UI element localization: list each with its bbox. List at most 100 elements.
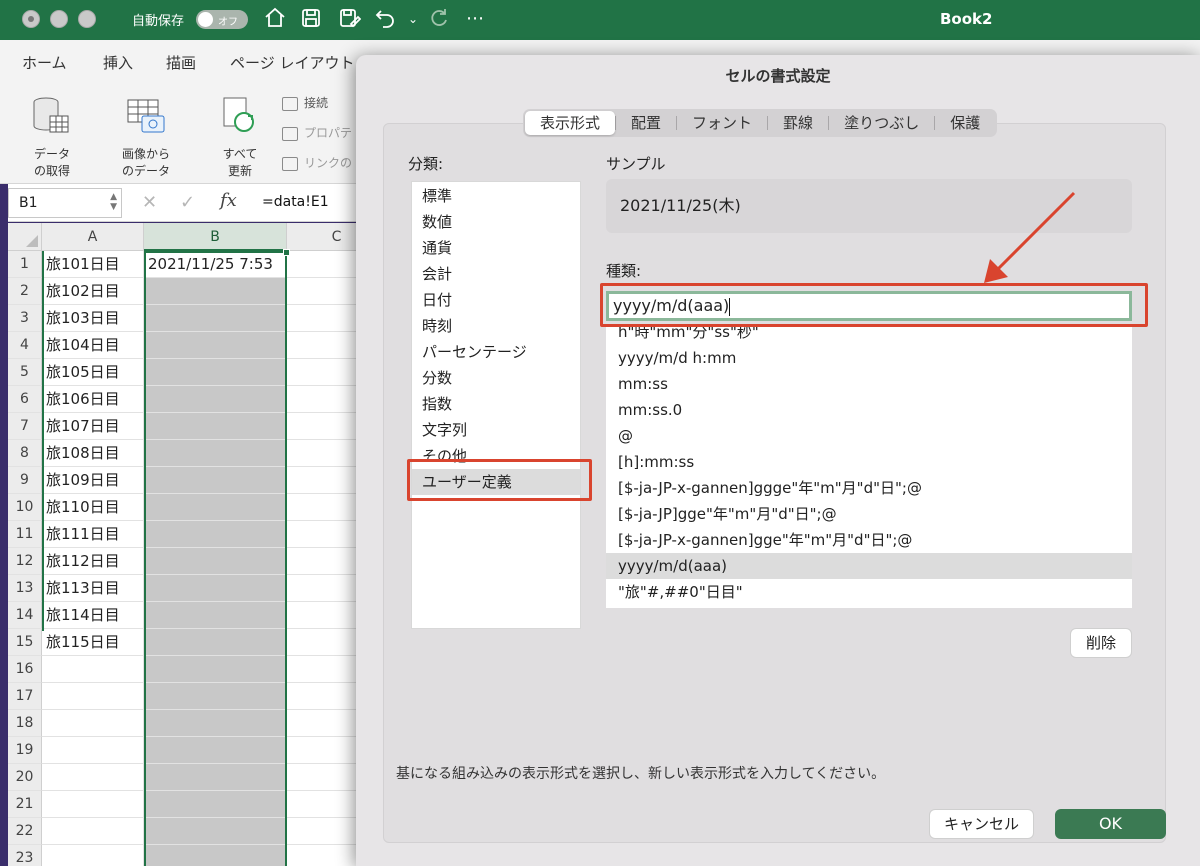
ribbon-tab-page-layout[interactable]: ページ レイアウト	[230, 52, 354, 73]
edit-links-button[interactable]: リンクの	[282, 154, 352, 171]
save-icon[interactable]	[298, 6, 324, 32]
cell-a[interactable]: 旅104日目	[42, 332, 144, 359]
cell-a[interactable]	[42, 737, 144, 764]
column-header-a[interactable]: A	[42, 223, 144, 251]
ribbon-tab-insert[interactable]: 挿入	[103, 52, 133, 73]
category-list[interactable]: 標準 数値 通貨 会計 日付 時刻 パーセンテージ 分数 指数 文字列 その他 ユーザー定義	[411, 181, 581, 629]
tab-fill[interactable]: 塗りつぶし	[829, 111, 934, 135]
format-list-item[interactable]: mm:ss.0	[606, 397, 1132, 423]
category-item[interactable]: 数値	[412, 209, 580, 235]
row-header[interactable]: 19	[8, 737, 42, 764]
cell-a[interactable]: 旅113日目	[42, 575, 144, 602]
row-header[interactable]: 5	[8, 359, 42, 386]
cell-a[interactable]: 旅110日目	[42, 494, 144, 521]
minimize-window-button[interactable]	[50, 10, 68, 28]
cell-a[interactable]: 旅102日目	[42, 278, 144, 305]
tab-protection[interactable]: 保護	[935, 111, 995, 135]
undo-icon[interactable]	[372, 6, 398, 32]
format-list-item[interactable]: [$-ja-JP-x-gannen]gge"年"m"月"d"日";@	[606, 527, 1132, 553]
category-item[interactable]: 日付	[412, 287, 580, 313]
category-item[interactable]: 標準	[412, 183, 580, 209]
category-item[interactable]: 分数	[412, 365, 580, 391]
home-icon[interactable]	[262, 6, 288, 32]
row-header[interactable]: 13	[8, 575, 42, 602]
cell-a[interactable]	[42, 791, 144, 818]
undo-dropdown-chevron-icon[interactable]: ⌄	[400, 6, 426, 32]
tab-alignment[interactable]: 配置	[616, 111, 676, 135]
confirm-entry-icon[interactable]: ✓	[180, 192, 195, 213]
cell-a[interactable]	[42, 845, 144, 866]
data-from-picture-button[interactable]: 画像から のデータ	[110, 94, 182, 179]
refresh-all-button[interactable]: すべて 更新	[210, 94, 270, 179]
cell-a[interactable]	[42, 656, 144, 683]
cell-a[interactable]: 旅106日目	[42, 386, 144, 413]
format-list-item[interactable]: yyyy/m/d h:mm	[606, 345, 1132, 371]
connections-button[interactable]: 接続	[282, 94, 328, 111]
ribbon-tab-home[interactable]: ホーム	[22, 52, 67, 73]
category-item[interactable]: 時刻	[412, 313, 580, 339]
select-all-corner[interactable]	[8, 223, 42, 251]
cell-a[interactable]	[42, 818, 144, 845]
row-header[interactable]: 8	[8, 440, 42, 467]
tab-border[interactable]: 罫線	[768, 111, 828, 135]
formula-input[interactable]: =data!E1	[262, 194, 329, 210]
category-item[interactable]: 会計	[412, 261, 580, 287]
cell-a[interactable]	[42, 710, 144, 737]
row-header[interactable]: 3	[8, 305, 42, 332]
row-header[interactable]: 2	[8, 278, 42, 305]
insert-function-icon[interactable]: fx	[220, 190, 237, 211]
row-header[interactable]: 14	[8, 602, 42, 629]
autosave-toggle[interactable]: オフ	[196, 10, 248, 29]
row-header[interactable]: 21	[8, 791, 42, 818]
row-header[interactable]: 9	[8, 467, 42, 494]
cell-a[interactable]: 旅101日目	[42, 251, 144, 278]
row-header[interactable]: 12	[8, 548, 42, 575]
row-header[interactable]: 11	[8, 521, 42, 548]
ok-button[interactable]: OK	[1055, 809, 1166, 839]
row-header[interactable]: 6	[8, 386, 42, 413]
format-list[interactable]: h"時"mm"分"ss"秒" yyyy/m/d h:mm mm:ss mm:ss.0 @…	[606, 327, 1132, 608]
cancel-button[interactable]: キャンセル	[929, 809, 1034, 839]
cell-a[interactable]: 旅112日目	[42, 548, 144, 575]
row-header[interactable]: 22	[8, 818, 42, 845]
row-header[interactable]: 10	[8, 494, 42, 521]
ribbon-tab-draw[interactable]: 描画	[166, 52, 196, 73]
delete-button[interactable]: 削除	[1070, 628, 1132, 658]
more-icon[interactable]: ⋯	[462, 6, 488, 32]
redo-icon[interactable]	[426, 6, 452, 32]
cell-a[interactable]: 旅108日目	[42, 440, 144, 467]
name-box[interactable]: B1 ▲ ▼	[8, 188, 122, 218]
format-list-item[interactable]: yyyy/m/d(aaa)	[606, 553, 1132, 579]
row-header[interactable]: 18	[8, 710, 42, 737]
column-header-b[interactable]: B	[144, 223, 287, 251]
cell-a[interactable]: 旅109日目	[42, 467, 144, 494]
row-header[interactable]: 4	[8, 332, 42, 359]
cell-a[interactable]: 旅115日目	[42, 629, 144, 656]
zoom-window-button[interactable]	[78, 10, 96, 28]
cell-a[interactable]: 旅111日目	[42, 521, 144, 548]
cell-a[interactable]	[42, 764, 144, 791]
row-header[interactable]: 20	[8, 764, 42, 791]
format-list-item[interactable]: "旅"#,##0"日目"	[606, 579, 1132, 605]
category-item[interactable]: 文字列	[412, 417, 580, 443]
cell-a[interactable]: 旅105日目	[42, 359, 144, 386]
fill-handle[interactable]	[283, 249, 290, 256]
format-list-item[interactable]: [h]:mm:ss	[606, 449, 1132, 475]
properties-button[interactable]: プロパテ	[282, 124, 352, 141]
format-list-item[interactable]: [$-ja-JP-x-gannen]ggge"年"m"月"d"日";@	[606, 475, 1132, 501]
category-item[interactable]: 通貨	[412, 235, 580, 261]
name-box-stepper-icon[interactable]: ▲ ▼	[110, 192, 117, 212]
category-item[interactable]: 指数	[412, 391, 580, 417]
tab-number[interactable]: 表示形式	[525, 111, 616, 135]
cell-a[interactable]	[42, 683, 144, 710]
tab-font[interactable]: フォント	[677, 111, 767, 135]
row-header[interactable]: 16	[8, 656, 42, 683]
format-list-item[interactable]: h"時"mm"分"ss"秒"	[606, 327, 1132, 345]
cancel-entry-icon[interactable]: ✕	[142, 192, 157, 213]
row-header[interactable]: 7	[8, 413, 42, 440]
category-item[interactable]: パーセンテージ	[412, 339, 580, 365]
get-data-button[interactable]: データ の取得	[22, 94, 82, 179]
row-header[interactable]: 1	[8, 251, 42, 278]
row-header[interactable]: 15	[8, 629, 42, 656]
format-list-item[interactable]: mm:ss	[606, 371, 1132, 397]
